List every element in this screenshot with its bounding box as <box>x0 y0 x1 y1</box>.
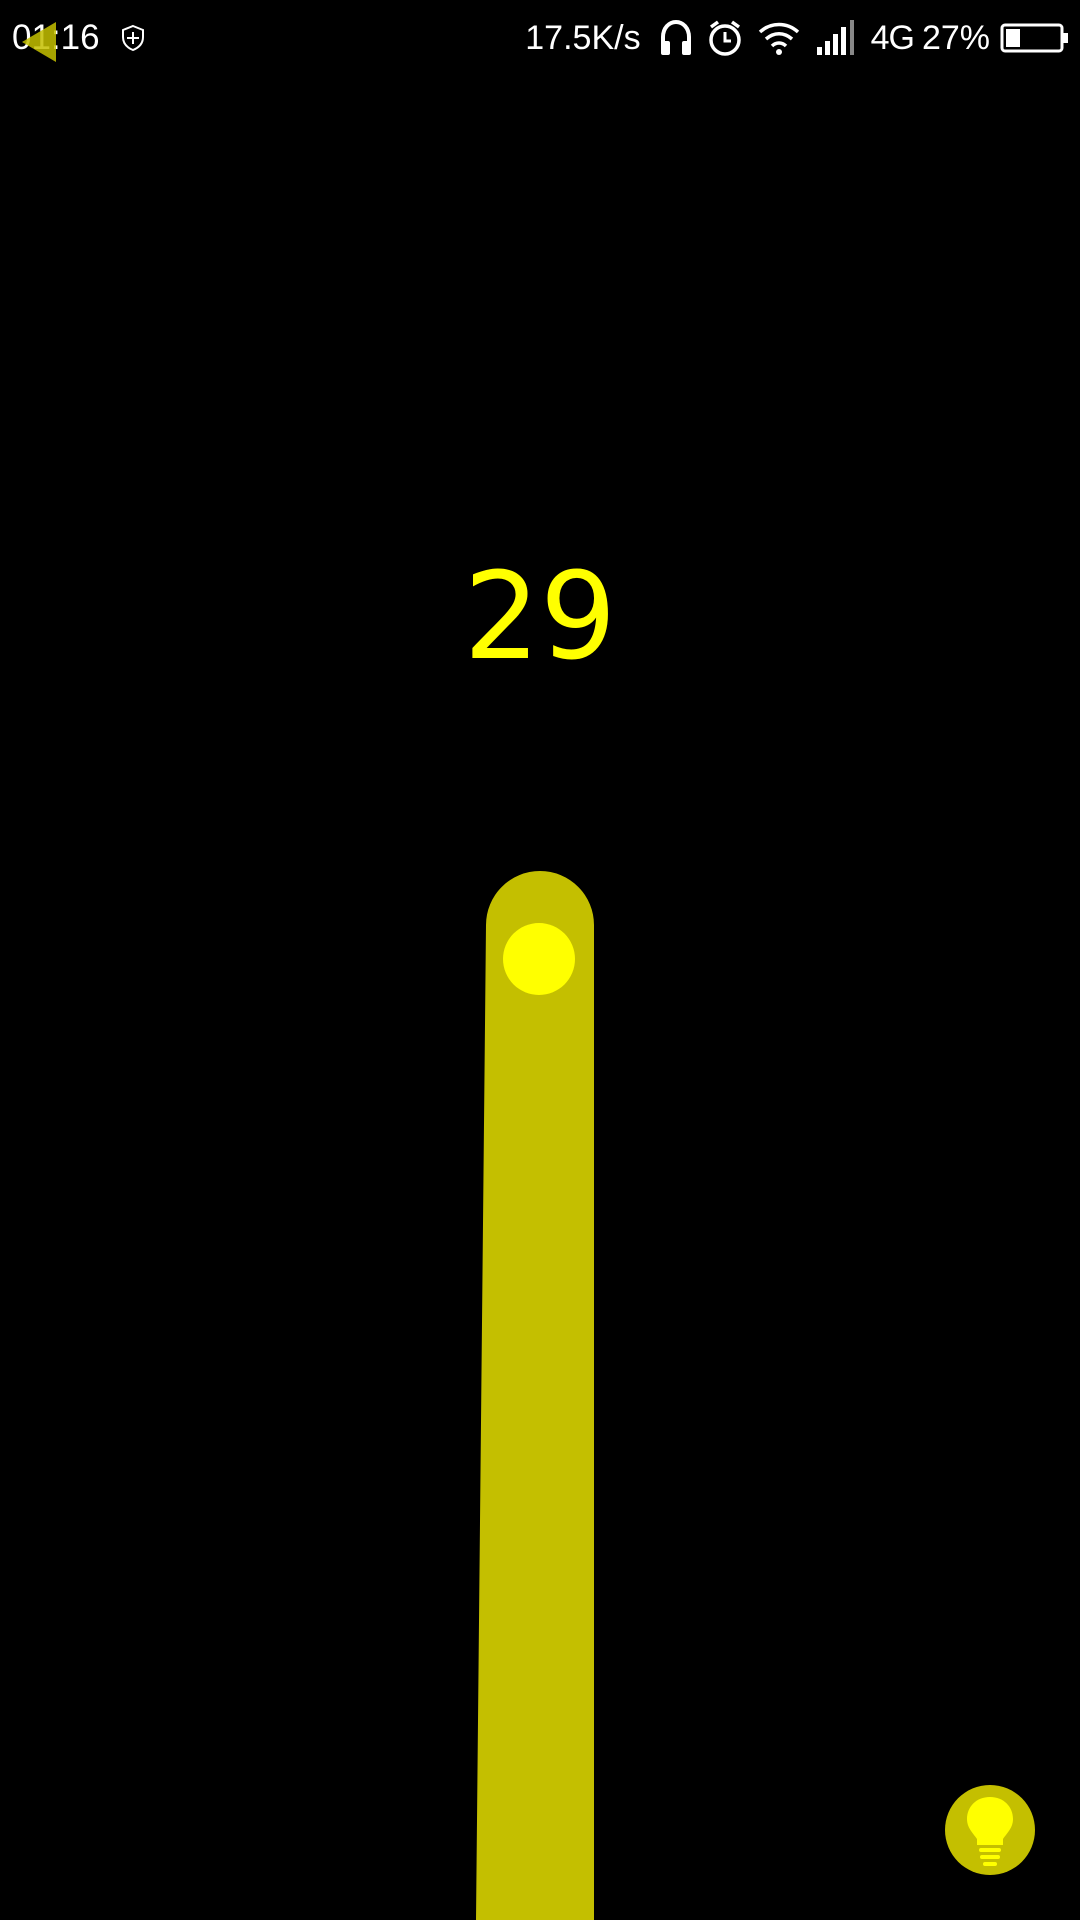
game-canvas[interactable] <box>0 0 1080 1920</box>
network-type: 4G <box>870 18 915 57</box>
score-display: 29 <box>463 548 617 687</box>
back-arrow-icon[interactable] <box>18 18 60 66</box>
alarm-icon <box>708 20 741 56</box>
game-path <box>476 871 594 1920</box>
shield-icon <box>122 24 144 52</box>
hint-button[interactable] <box>945 1785 1035 1875</box>
network-speed: 17.5K/s <box>525 18 641 57</box>
headphones-icon <box>660 19 691 55</box>
battery-icon <box>1000 23 1068 53</box>
battery-fill <box>1006 29 1020 47</box>
battery-percent: 27% <box>921 18 990 57</box>
wifi-icon <box>758 22 799 55</box>
player-ball <box>503 923 575 995</box>
lightbulb-icon <box>967 1797 1013 1866</box>
status-bar: 01:16 17.5K/s 4G 27% <box>0 0 1080 78</box>
status-right-group: 17.5K/s 4G 27% <box>525 14 1070 62</box>
signal-icon <box>816 20 854 55</box>
